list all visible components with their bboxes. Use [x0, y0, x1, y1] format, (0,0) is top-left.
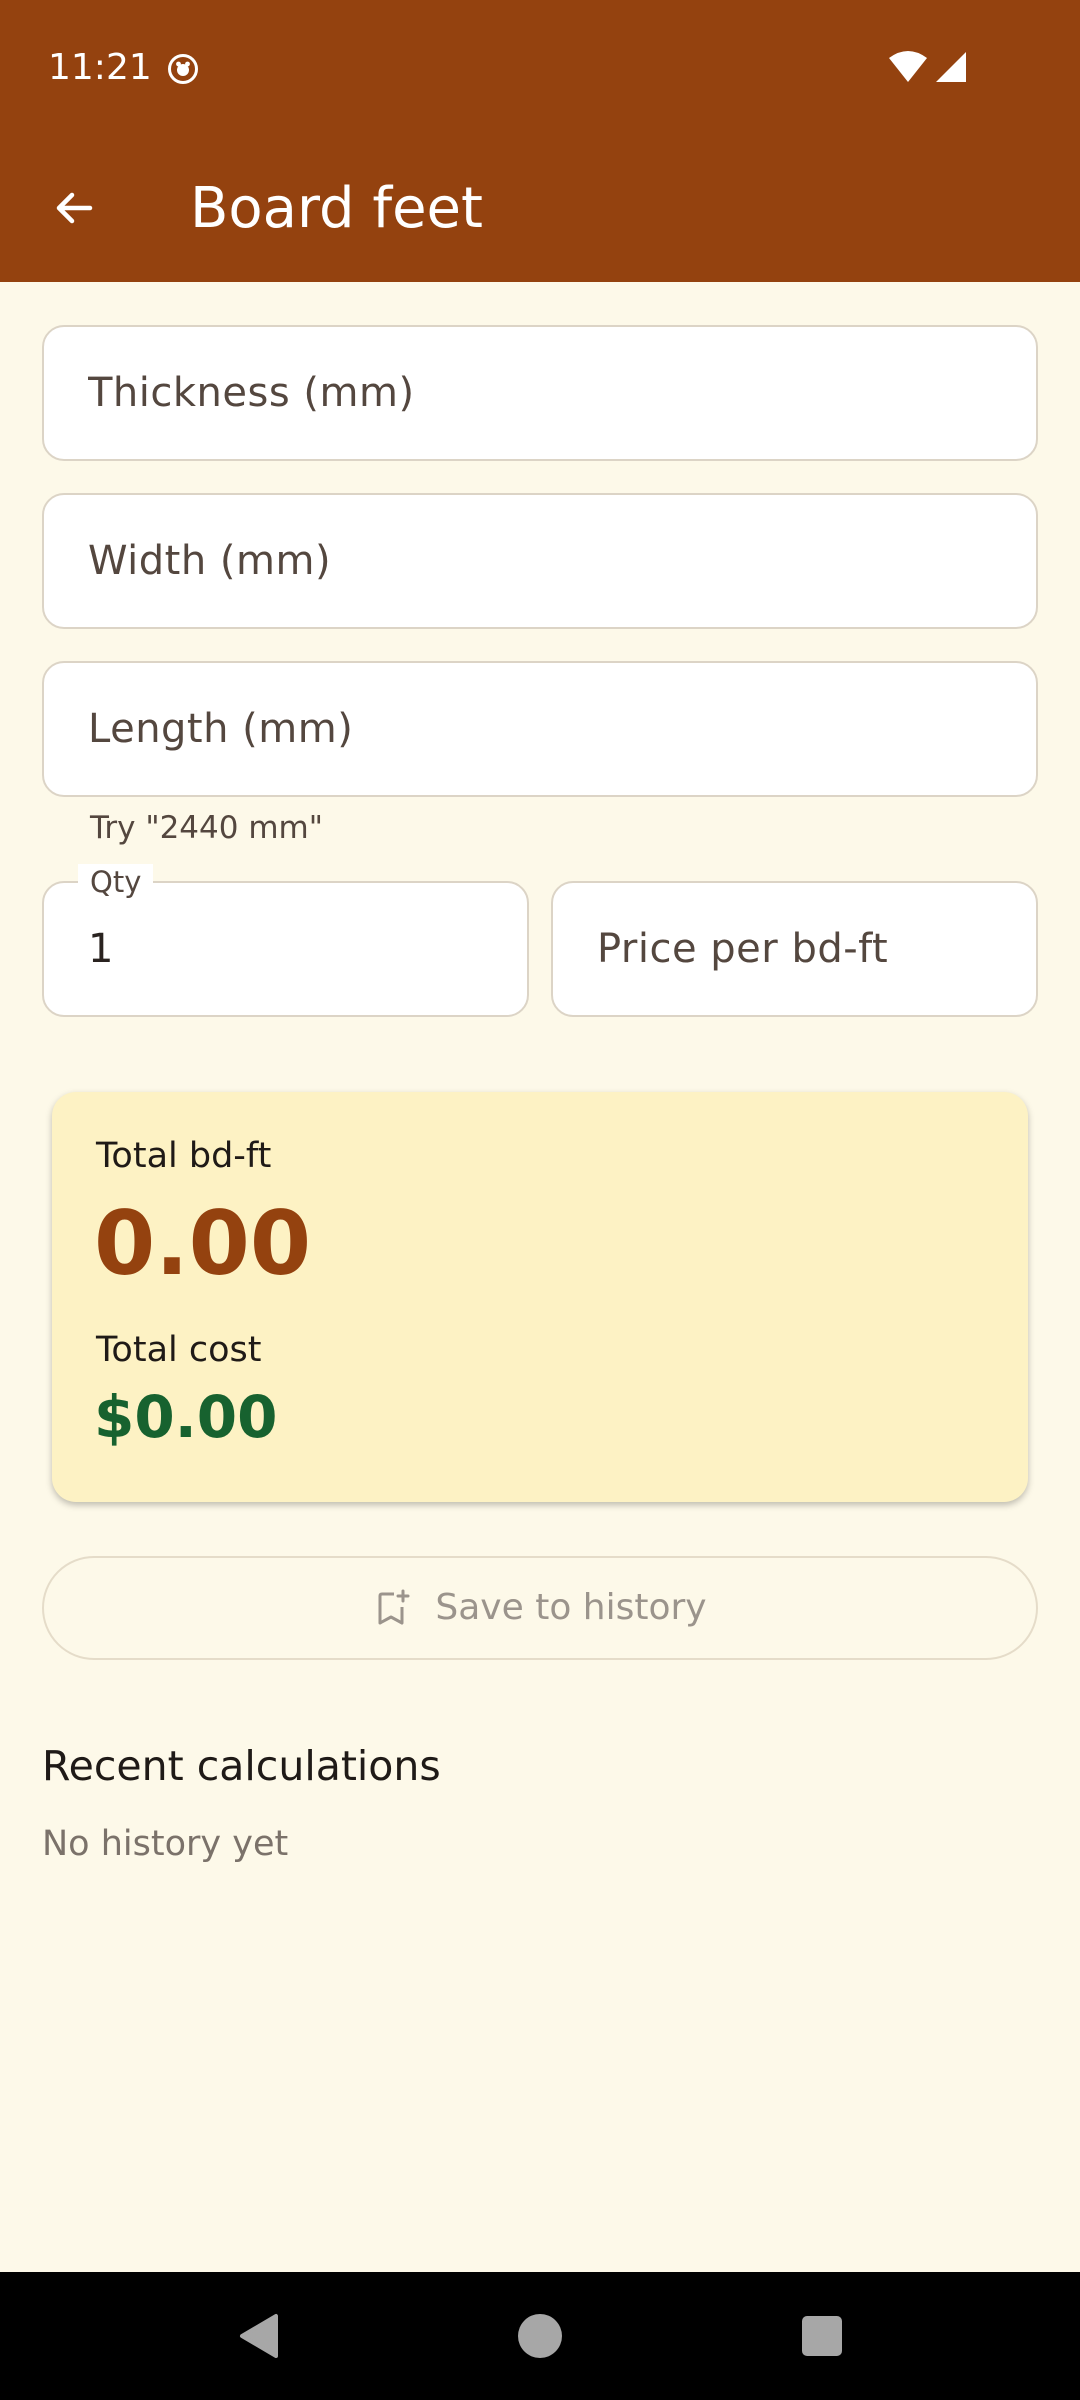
length-field[interactable]: [42, 661, 1038, 797]
cell-signal-icon: [936, 52, 966, 82]
history-empty-text: No history yet: [42, 1824, 289, 1864]
nav-home-icon: [518, 2314, 562, 2358]
recent-calculations-heading: Recent calculations: [42, 1742, 441, 1790]
nav-recents-icon: [802, 2316, 842, 2356]
app-notification-icon: [168, 54, 198, 84]
app-bar: [0, 0, 1080, 282]
nav-back-icon: [240, 2314, 278, 2358]
bookmark-add-icon: [378, 1589, 410, 1625]
save-to-history-label: Save to history: [435, 1587, 707, 1628]
length-input[interactable]: [44, 663, 1036, 795]
qty-label: Qty: [78, 864, 154, 900]
status-time: 11:21: [48, 47, 152, 88]
length-helper-text: Try "2440 mm": [90, 810, 323, 846]
price-field[interactable]: [551, 881, 1038, 1017]
page-title: Board feet: [190, 176, 483, 241]
thickness-field[interactable]: [42, 325, 1038, 461]
nav-home-button[interactable]: [510, 2306, 570, 2366]
width-field[interactable]: [42, 493, 1038, 629]
back-button[interactable]: [36, 170, 112, 246]
board-feet-screen: 11:21 Board feet Try "2440 mm" Qty: [0, 0, 1080, 2400]
price-input[interactable]: [553, 883, 1036, 1015]
total-cost-value: $0.00: [94, 1383, 278, 1451]
total-cost-label: Total cost: [96, 1330, 262, 1370]
arrow-back-icon: [56, 192, 93, 224]
save-to-history-button[interactable]: Save to history: [42, 1556, 1038, 1660]
nav-recents-button[interactable]: [792, 2306, 852, 2366]
thickness-input[interactable]: [44, 327, 1036, 459]
total-bdft-label: Total bd-ft: [96, 1136, 272, 1176]
width-input[interactable]: [44, 495, 1036, 627]
qty-input[interactable]: [44, 883, 527, 1015]
nav-back-button[interactable]: [228, 2306, 288, 2366]
result-card: Total bd-ft 0.00 Total cost $0.00: [52, 1092, 1028, 1502]
total-bdft-value: 0.00: [94, 1192, 312, 1295]
qty-field[interactable]: [42, 881, 529, 1017]
wifi-icon: [889, 51, 927, 82]
